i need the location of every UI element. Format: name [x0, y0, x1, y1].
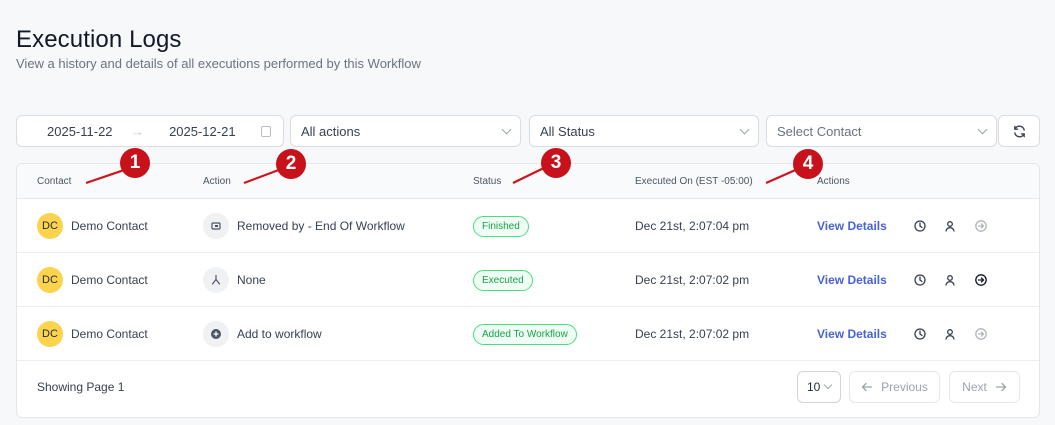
annotation-pointers — [85, 165, 801, 185]
annotation-marker-2: 2 — [276, 149, 306, 179]
annotation-marker-1: 1 — [120, 148, 150, 178]
annotation-marker-4: 4 — [793, 149, 823, 179]
annotation-marker-3: 3 — [541, 148, 571, 178]
